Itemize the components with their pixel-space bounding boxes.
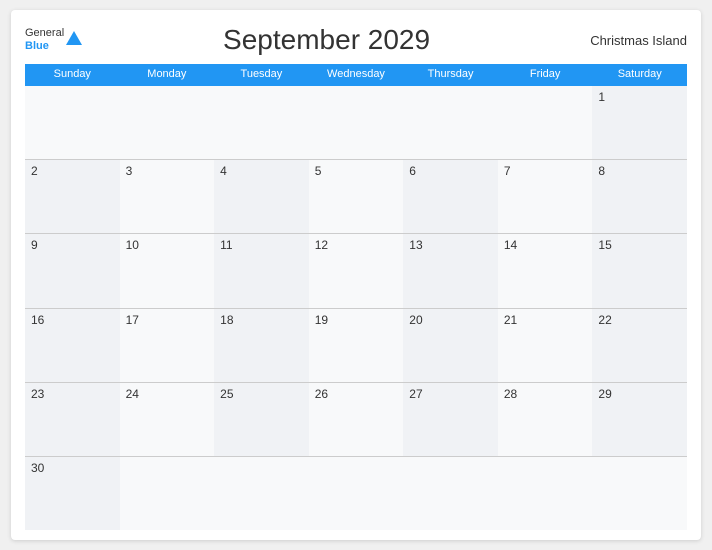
week-row-1: 1	[25, 84, 687, 159]
day-number: 9	[31, 238, 38, 252]
day-cell-w6-d5	[403, 457, 498, 530]
day-cell-w3-d4: 12	[309, 234, 404, 307]
day-cell-w2-d1: 2	[25, 160, 120, 233]
day-number: 15	[598, 238, 611, 252]
day-cell-w5-d7: 29	[592, 383, 687, 456]
day-cell-w4-d2: 17	[120, 309, 215, 382]
day-cell-w2-d7: 8	[592, 160, 687, 233]
day-cell-w4-d7: 22	[592, 309, 687, 382]
day-number: 7	[504, 164, 511, 178]
week-row-5: 23 24 25 26 27 28 29	[25, 382, 687, 456]
day-cell-w6-d3	[214, 457, 309, 530]
header-thursday: Thursday	[403, 64, 498, 84]
week-row-2: 2 3 4 5 6 7 8	[25, 159, 687, 233]
day-cell-w1-d3	[214, 86, 309, 159]
day-number: 17	[126, 313, 139, 327]
day-cell-w3-d1: 9	[25, 234, 120, 307]
logo-triangle-icon	[66, 31, 82, 45]
day-number: 22	[598, 313, 611, 327]
day-number: 24	[126, 387, 139, 401]
header-tuesday: Tuesday	[214, 64, 309, 84]
day-cell-w5-d1: 23	[25, 383, 120, 456]
header-wednesday: Wednesday	[309, 64, 404, 84]
day-number: 26	[315, 387, 328, 401]
day-cell-w4-d4: 19	[309, 309, 404, 382]
calendar-title: September 2029	[86, 24, 567, 56]
calendar-header: General Blue September 2029 Christmas Is…	[25, 20, 687, 64]
logo-blue: Blue	[25, 40, 64, 53]
day-cell-w5-d3: 25	[214, 383, 309, 456]
week-row-6: 30	[25, 456, 687, 530]
day-cell-w5-d5: 27	[403, 383, 498, 456]
header-saturday: Saturday	[592, 64, 687, 84]
day-cell-w2-d6: 7	[498, 160, 593, 233]
day-cell-w6-d7	[592, 457, 687, 530]
day-cell-w5-d2: 24	[120, 383, 215, 456]
logo-text: General Blue	[25, 27, 64, 53]
day-cell-w4-d3: 18	[214, 309, 309, 382]
day-number: 16	[31, 313, 44, 327]
day-cell-w1-d6	[498, 86, 593, 159]
day-cell-w3-d3: 11	[214, 234, 309, 307]
day-cell-w2-d3: 4	[214, 160, 309, 233]
day-number: 29	[598, 387, 611, 401]
day-number: 21	[504, 313, 517, 327]
day-cell-w1-d5	[403, 86, 498, 159]
day-number: 20	[409, 313, 422, 327]
day-cell-w2-d2: 3	[120, 160, 215, 233]
location-label: Christmas Island	[567, 33, 687, 48]
calendar-grid: Sunday Monday Tuesday Wednesday Thursday…	[25, 64, 687, 530]
day-cell-w4-d6: 21	[498, 309, 593, 382]
day-cell-w3-d6: 14	[498, 234, 593, 307]
day-cell-w6-d4	[309, 457, 404, 530]
day-number: 18	[220, 313, 233, 327]
day-headers-row: Sunday Monday Tuesday Wednesday Thursday…	[25, 64, 687, 84]
week-row-3: 9 10 11 12 13 14 15	[25, 233, 687, 307]
day-cell-w4-d1: 16	[25, 309, 120, 382]
day-number: 30	[31, 461, 44, 475]
day-cell-w5-d6: 28	[498, 383, 593, 456]
day-cell-w2-d4: 5	[309, 160, 404, 233]
day-number: 6	[409, 164, 416, 178]
day-cell-w3-d5: 13	[403, 234, 498, 307]
day-cell-w6-d6	[498, 457, 593, 530]
day-number: 1	[598, 90, 605, 104]
day-cell-w1-d7: 1	[592, 86, 687, 159]
day-number: 12	[315, 238, 328, 252]
day-number: 13	[409, 238, 422, 252]
day-cell-w4-d5: 20	[403, 309, 498, 382]
day-cell-w3-d2: 10	[120, 234, 215, 307]
calendar-container: General Blue September 2029 Christmas Is…	[11, 10, 701, 540]
day-cell-w1-d4	[309, 86, 404, 159]
day-number: 5	[315, 164, 322, 178]
day-number: 2	[31, 164, 38, 178]
weeks-container: 1234567891011121314151617181920212223242…	[25, 84, 687, 530]
day-number: 25	[220, 387, 233, 401]
day-cell-w3-d7: 15	[592, 234, 687, 307]
day-cell-w1-d2	[120, 86, 215, 159]
header-monday: Monday	[120, 64, 215, 84]
day-number: 8	[598, 164, 605, 178]
logo-general: General	[25, 27, 64, 40]
logo: General Blue	[25, 27, 86, 53]
day-cell-w6-d2	[120, 457, 215, 530]
day-number: 3	[126, 164, 133, 178]
day-cell-w2-d5: 6	[403, 160, 498, 233]
day-cell-w1-d1	[25, 86, 120, 159]
day-number: 28	[504, 387, 517, 401]
day-number: 27	[409, 387, 422, 401]
header-friday: Friday	[498, 64, 593, 84]
day-number: 4	[220, 164, 227, 178]
day-number: 11	[220, 238, 232, 252]
day-number: 23	[31, 387, 44, 401]
day-number: 10	[126, 238, 139, 252]
header-sunday: Sunday	[25, 64, 120, 84]
day-number: 14	[504, 238, 517, 252]
day-number: 19	[315, 313, 328, 327]
day-cell-w6-d1: 30	[25, 457, 120, 530]
day-cell-w5-d4: 26	[309, 383, 404, 456]
week-row-4: 16 17 18 19 20 21 22	[25, 308, 687, 382]
